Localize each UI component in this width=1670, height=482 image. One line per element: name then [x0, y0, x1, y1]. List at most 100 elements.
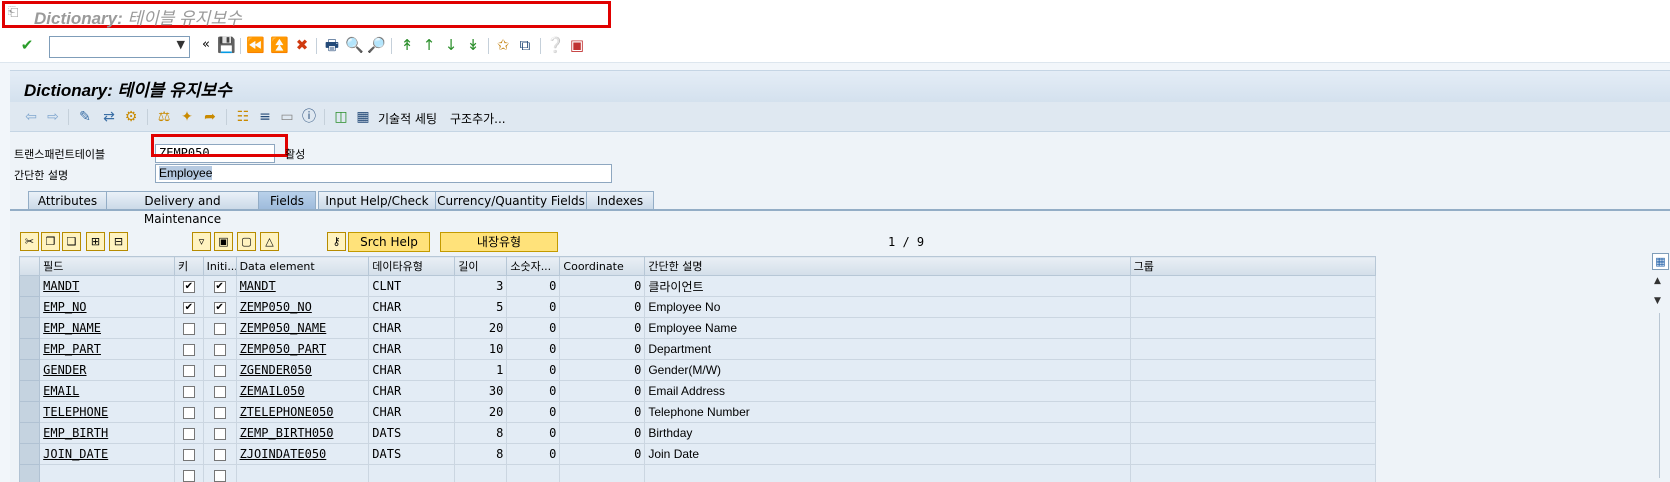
command-field[interactable]: ▼: [49, 36, 190, 58]
deselect-icon[interactable]: ▢: [237, 232, 256, 251]
length-cell[interactable]: 10: [454, 338, 508, 360]
test-icon[interactable]: ➦: [201, 108, 219, 126]
field-name-cell[interactable]: GENDER: [39, 359, 176, 381]
activate-wand-icon[interactable]: ✦: [178, 108, 196, 126]
initial-checkbox[interactable]: [202, 359, 237, 381]
field-name-cell[interactable]: EMP_BIRTH: [39, 422, 176, 444]
key-checkbox[interactable]: [174, 401, 204, 423]
short-desc-cell[interactable]: Department: [644, 338, 1131, 360]
checkbox[interactable]: [182, 343, 195, 356]
col-header-short-desc[interactable]: 간단한 설명: [644, 256, 1131, 276]
key-checkbox[interactable]: [174, 464, 204, 482]
table-row[interactable]: MANDT ✔ ✔ MANDT CLNT 3 0 0 클라이언트: [18, 275, 1377, 297]
key-checkbox[interactable]: [174, 443, 204, 465]
data-element-cell[interactable]: ZEMP050_NAME: [235, 317, 370, 339]
find-next-icon[interactable]: 🔎: [367, 36, 386, 54]
data-type-cell[interactable]: CLNT: [368, 275, 456, 297]
select-all-icon[interactable]: ▣: [214, 232, 233, 251]
initial-checkbox[interactable]: ✔: [202, 275, 237, 297]
short-desc-cell[interactable]: Join Date: [644, 443, 1131, 465]
decimals-cell[interactable]: 0: [506, 359, 561, 381]
initial-checkbox[interactable]: [202, 380, 237, 402]
back-arrow-icon[interactable]: ⇦: [22, 108, 40, 126]
vertical-scrollbar[interactable]: ▦ ▲ ▼: [1651, 253, 1670, 482]
help-icon[interactable]: ❔: [546, 36, 565, 54]
checkbox[interactable]: ✔: [213, 301, 226, 314]
last-page-icon[interactable]: ↡: [464, 36, 482, 54]
data-type-cell[interactable]: CHAR: [368, 296, 456, 318]
data-element-cell[interactable]: ZJOINDATE050: [235, 443, 370, 465]
new-session-icon[interactable]: ✩: [494, 36, 512, 54]
coordinate-cell[interactable]: 0: [559, 296, 646, 318]
col-header-group[interactable]: 그룹: [1129, 256, 1377, 276]
row-selector[interactable]: [18, 275, 41, 297]
data-type-cell[interactable]: CHAR: [368, 380, 456, 402]
back-icon[interactable]: ⏪: [246, 36, 265, 54]
table-row[interactable]: EMP_NO ✔ ✔ ZEMP050_NO CHAR 5 0 0 Employee No: [18, 296, 1377, 318]
key-checkbox[interactable]: [174, 380, 204, 402]
cancel-icon[interactable]: ✖: [293, 36, 311, 54]
data-type-cell[interactable]: DATS: [368, 443, 456, 465]
row-selector[interactable]: [18, 359, 41, 381]
srch-help-button[interactable]: Srch Help: [348, 232, 430, 252]
table-row[interactable]: EMAIL ZEMAIL050 CHAR 30 0 0 Email Address: [18, 380, 1377, 402]
tab-input-help-check[interactable]: Input Help/Check: [318, 191, 436, 210]
length-cell[interactable]: 1: [454, 359, 508, 381]
checkbox[interactable]: [182, 427, 195, 440]
group-cell[interactable]: [1129, 443, 1377, 465]
first-page-icon[interactable]: ↟: [398, 36, 416, 54]
tab-currency-quantity[interactable]: Currency/Quantity Fields: [435, 191, 587, 210]
checkbox[interactable]: [213, 406, 226, 419]
short-desc-cell[interactable]: Gender(M/W): [644, 359, 1131, 381]
coordinate-cell[interactable]: 0: [559, 359, 646, 381]
row-selector[interactable]: [18, 380, 41, 402]
group-cell[interactable]: [1129, 296, 1377, 318]
data-type-cell[interactable]: CHAR: [368, 317, 456, 339]
field-name-cell[interactable]: JOIN_DATE: [39, 443, 176, 465]
tab-delivery-maintenance[interactable]: Delivery and Maintenance: [106, 191, 259, 226]
col-header-data-element[interactable]: Data element: [235, 256, 370, 276]
length-cell[interactable]: 30: [454, 380, 508, 402]
checkbox[interactable]: [213, 385, 226, 398]
check-icon[interactable]: ⚖: [155, 108, 173, 126]
sort-icon[interactable]: △: [260, 232, 279, 251]
col-header-coordinate[interactable]: Coordinate: [559, 256, 646, 276]
col-header-data-type[interactable]: 데이타유형: [368, 256, 456, 276]
table-icon[interactable]: ▦: [354, 108, 372, 126]
coordinate-cell[interactable]: 0: [559, 338, 646, 360]
table-row[interactable]: EMP_BIRTH ZEMP_BIRTH050 DATS 8 0 0 Birthday: [18, 422, 1377, 444]
coordinate-cell[interactable]: 0: [559, 443, 646, 465]
col-header-length[interactable]: 길이: [454, 256, 508, 276]
coordinate-cell[interactable]: 0: [559, 317, 646, 339]
table-row[interactable]: TELEPHONE ZTELEPHONE050 CHAR 20 0 0 Telephone …: [18, 401, 1377, 423]
data-type-cell[interactable]: CHAR: [368, 401, 456, 423]
data-type-cell[interactable]: DATS: [368, 422, 456, 444]
decimals-cell[interactable]: 0: [506, 401, 561, 423]
table-row[interactable]: JOIN_DATE ZJOINDATE050 DATS 8 0 0 Join Date: [18, 443, 1377, 465]
short-desc-cell[interactable]: Email Address: [644, 380, 1131, 402]
key-checkbox[interactable]: [174, 359, 204, 381]
scroll-down-icon[interactable]: ▼: [1654, 296, 1661, 306]
col-header-field[interactable]: 필드: [39, 256, 176, 276]
display-change-icon[interactable]: ✎: [76, 108, 94, 126]
data-type-cell[interactable]: CHAR: [368, 338, 456, 360]
short-desc-cell[interactable]: Employee No: [644, 296, 1131, 318]
forward-arrow-icon[interactable]: ⇨: [44, 108, 62, 126]
data-type-cell[interactable]: CHAR: [368, 359, 456, 381]
list-icon[interactable]: ≡: [256, 108, 274, 126]
scroll-up-icon[interactable]: ▲: [1654, 276, 1661, 286]
row-selector-header[interactable]: [18, 256, 41, 276]
field-name-cell[interactable]: MANDT: [39, 275, 176, 297]
scroll-track[interactable]: [1659, 313, 1660, 478]
data-element-cell[interactable]: ZEMP_BIRTH050: [235, 422, 370, 444]
row-selector[interactable]: [18, 317, 41, 339]
initial-checkbox[interactable]: [202, 422, 237, 444]
checkbox[interactable]: ✔: [213, 280, 226, 293]
exit-icon[interactable]: ⎗: [8, 6, 22, 20]
layout-menu-icon[interactable]: ▣: [568, 36, 586, 54]
collapse-arrows-icon[interactable]: «: [197, 36, 215, 54]
tree-icon[interactable]: ◫: [332, 108, 350, 126]
key-checkbox[interactable]: [174, 317, 204, 339]
table-row[interactable]: EMP_PART ZEMP050_PART CHAR 10 0 0 Department: [18, 338, 1377, 360]
hierarchy-icon[interactable]: ☷: [234, 108, 252, 126]
